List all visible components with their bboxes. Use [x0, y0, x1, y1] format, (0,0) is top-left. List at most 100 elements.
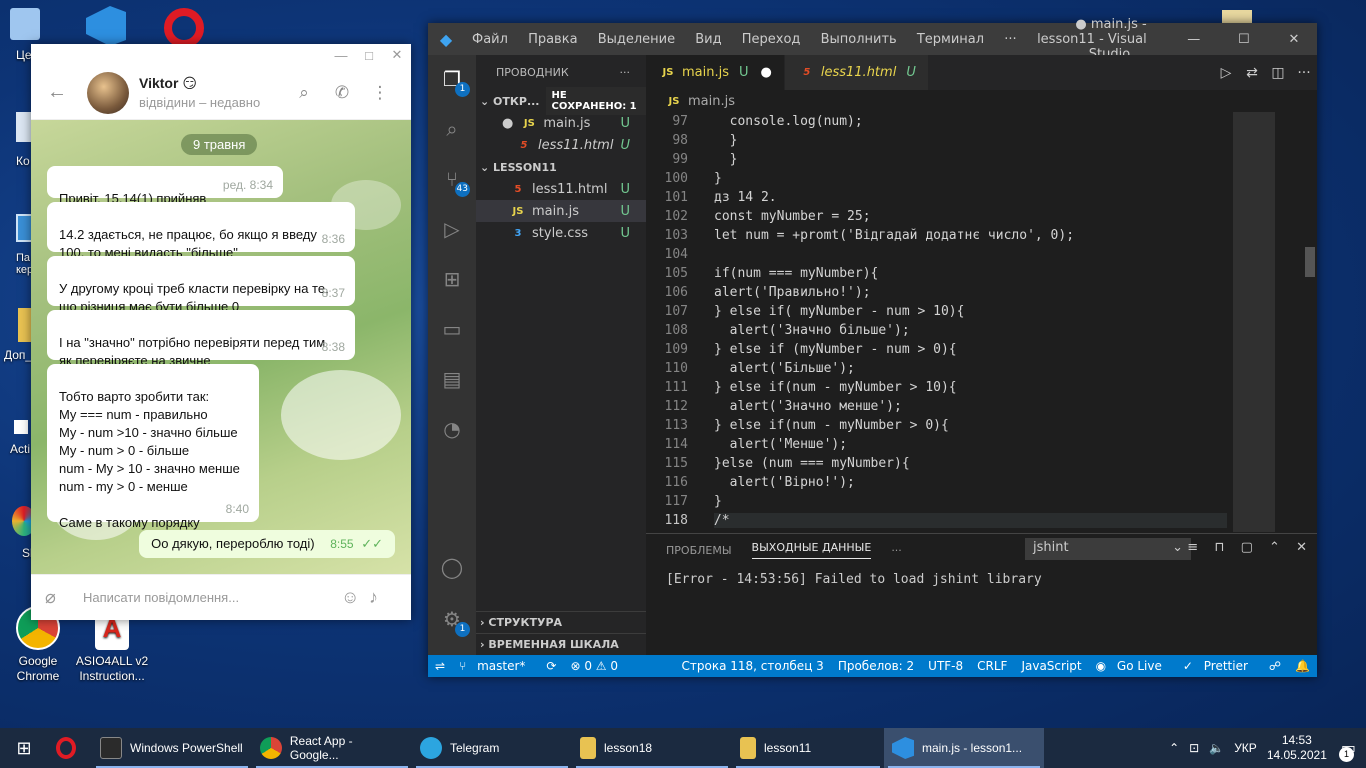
contact-info[interactable]: Viktor 😏 відвідини – недавно [139, 75, 285, 110]
message-input[interactable]: Написати повідомлення... [73, 590, 341, 605]
language-mode[interactable]: JavaScript [1014, 659, 1088, 673]
maximize-panel-icon[interactable]: ⌃ [1269, 540, 1280, 555]
output-icon[interactable]: ▤ [440, 367, 464, 391]
menu-run[interactable]: Выполнить [813, 32, 905, 47]
notifications-icon[interactable]: 🔔 [1288, 659, 1317, 673]
timeline-section[interactable]: › ВРЕМЕННАЯ ШКАЛА [476, 633, 646, 655]
code-line[interactable]: 112 alert('Значно менше'); [646, 397, 1227, 416]
split-editor-icon[interactable]: ◫ [1265, 65, 1291, 81]
taskbar-app-powershell[interactable]: Windows PowerShell [92, 728, 252, 768]
taskbar-app-telegram[interactable]: Telegram [412, 728, 572, 768]
indentation[interactable]: Пробелов: 2 [831, 659, 921, 673]
menu-more[interactable]: ··· [996, 32, 1024, 47]
scrollbar-thumb[interactable] [1305, 247, 1315, 277]
open-log-icon[interactable]: ▢ [1241, 540, 1253, 555]
more-icon[interactable]: ··· [1291, 65, 1317, 81]
problems-count[interactable]: ⊗ 0 ⚠ 0 [563, 659, 625, 673]
code-editor[interactable]: 97 console.log(num); 98 } 99 } 100} 101 дз 14… [646, 112, 1227, 532]
close-icon[interactable]: ✕ [1271, 32, 1317, 47]
code-line[interactable]: 111} else if(num - myNumber > 10){ [646, 378, 1227, 397]
paperclip-icon[interactable]: ⌀ [45, 587, 73, 608]
output-channel-select[interactable]: jshint ⌄ [1025, 538, 1191, 560]
code-line[interactable]: 101 дз 14 2. [646, 188, 1227, 207]
taskbar-app-lesson11[interactable]: lesson11 [732, 728, 884, 768]
maximize-icon[interactable]: ☐ [1221, 32, 1267, 47]
scrollbar[interactable] [1303, 112, 1317, 532]
code-line[interactable]: 119 [646, 530, 1227, 532]
code-line[interactable]: 102 const myNumber = 25; [646, 207, 1227, 226]
folder-section[interactable]: ⌄ LESSON11 [476, 156, 646, 178]
tab-problems[interactable]: ПРОБЛЕМЫ [666, 544, 732, 557]
message-bubble[interactable]: Тобто варто зробити так: My === num - пр… [47, 364, 259, 530]
search-icon[interactable]: ⌕ [440, 117, 464, 141]
code-line[interactable]: 107} else if( myNumber - num > 10){ [646, 302, 1227, 321]
desktop-file-icon[interactable] [1222, 10, 1252, 24]
code-line[interactable]: 118 /* [646, 511, 1227, 530]
more-vertical-icon[interactable]: ⋮ [361, 83, 399, 103]
message-bubble[interactable]: Привіт. 15,14(1) прийняв ред. 8:34 [47, 166, 283, 206]
file-item[interactable]: 5 less11.html U [476, 178, 646, 200]
emoji-icon[interactable]: ☺ [341, 587, 369, 608]
menu-edit[interactable]: Правка [520, 32, 585, 47]
microphone-icon[interactable]: ♪ [369, 587, 397, 608]
open-editor-item[interactable]: ● JS main.js U [476, 112, 646, 134]
taskbar-app-chrome[interactable]: React App - Google... [252, 728, 412, 768]
gear-icon[interactable]: ⚙ 1 [440, 607, 470, 637]
clock[interactable]: 14:53 14.05.2021 [1267, 733, 1327, 763]
breadcrumb[interactable]: JS main.js [646, 90, 1317, 112]
code-line[interactable]: 110 alert('Більше'); [646, 359, 1227, 378]
compare-icon[interactable]: ⇄ [1239, 65, 1265, 81]
remote-explorer-icon[interactable]: ▭ [440, 317, 464, 341]
network-icon[interactable]: ⊡ [1189, 741, 1199, 755]
panel-more-icon[interactable]: ··· [891, 544, 902, 557]
clear-output-icon[interactable]: ≡ [1187, 540, 1198, 555]
minimize-icon[interactable]: — [1171, 32, 1217, 47]
open-editor-item[interactable]: 5 less11.html U [476, 134, 646, 156]
lock-icon[interactable]: ⊓ [1214, 540, 1224, 555]
maximize-icon[interactable]: □ [355, 48, 383, 63]
sync-icon[interactable]: ⟳ [539, 659, 563, 673]
code-line[interactable]: 105 if(num === myNumber){ [646, 264, 1227, 283]
code-line[interactable]: 117} [646, 492, 1227, 511]
chevron-up-icon[interactable]: ⌃ [1169, 741, 1179, 755]
code-line[interactable]: 106 alert('Правильно!'); [646, 283, 1227, 302]
menu-selection[interactable]: Выделение [590, 32, 683, 47]
code-line[interactable]: 103 let num = +promt('Відгадай додатнє чи… [646, 226, 1227, 245]
file-item-selected[interactable]: JS main.js U [476, 200, 646, 222]
unsaved-dot-icon[interactable]: ● [761, 65, 772, 80]
taskbar-opera[interactable] [48, 728, 92, 768]
tab-main-js[interactable]: JS main.js U ● [646, 55, 785, 90]
remote-icon[interactable]: ⇌ [428, 659, 452, 673]
opera-desktop-icon[interactable] [164, 8, 208, 48]
run-icon[interactable]: ▷ [1213, 65, 1239, 81]
chat-area[interactable]: 9 травня Привіт. 15,14(1) прийняв ред. 8… [31, 120, 411, 574]
prettier-button[interactable]: ✓ Prettier [1176, 659, 1262, 673]
tab-less11-html[interactable]: 5 less11.html U [784, 55, 929, 90]
code-line[interactable]: 97 console.log(num); [646, 112, 1227, 131]
code-line[interactable]: 100} [646, 169, 1227, 188]
git-graph-icon[interactable]: ◔ [440, 417, 464, 441]
language-indicator[interactable]: УКР [1234, 741, 1257, 755]
code-line[interactable]: 109} else if (myNumber - num > 0){ [646, 340, 1227, 359]
encoding[interactable]: UTF-8 [921, 659, 970, 673]
menu-file[interactable]: Файл [464, 32, 516, 47]
tab-output[interactable]: ВЫХОДНЫЕ ДАННЫЕ [751, 541, 872, 559]
message-bubble[interactable]: У другому кроці треб класти перевірку на… [47, 256, 355, 314]
taskbar-app-lesson18[interactable]: lesson18 [572, 728, 732, 768]
file-item[interactable]: 3 style.css U [476, 222, 646, 244]
menu-go[interactable]: Переход [734, 32, 809, 47]
action-center-icon[interactable]: ▭1 [1339, 738, 1356, 762]
close-panel-icon[interactable]: ✕ [1296, 540, 1307, 555]
git-branch[interactable]: ⑂ master* [452, 659, 539, 673]
explorer-icon[interactable]: ❐ 1 [440, 67, 470, 97]
open-editors-section[interactable]: ⌄ ОТКР... НЕ СОХРАНЕНО: 1 [476, 87, 646, 115]
run-debug-icon[interactable]: ▷ [440, 217, 464, 241]
message-bubble[interactable]: 14.2 здається, не працює, бо якщо я введ… [47, 202, 355, 260]
code-line[interactable]: 115}else (num === myNumber){ [646, 454, 1227, 473]
extensions-icon[interactable]: ⊞ [440, 267, 464, 291]
cursor-position[interactable]: Строка 118, столбец 3 [675, 659, 831, 673]
menu-terminal[interactable]: Терминал [909, 32, 992, 47]
code-line[interactable]: 114 alert('Менше'); [646, 435, 1227, 454]
outline-section[interactable]: › СТРУКТУРА [476, 611, 646, 633]
phone-icon[interactable]: ✆ [323, 83, 361, 103]
